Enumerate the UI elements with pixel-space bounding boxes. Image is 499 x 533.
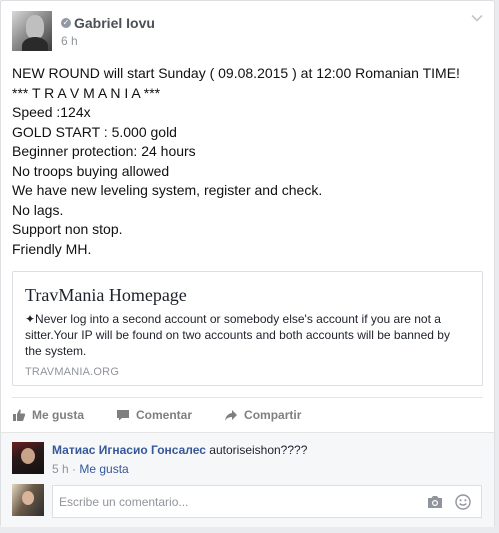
commenter-name[interactable]: Матиас Игнасио Гонсалес bbox=[52, 443, 206, 457]
post-line: We have new leveling system, register an… bbox=[12, 182, 323, 198]
post-line: NEW ROUND will start Sunday ( 09.08.2015… bbox=[12, 65, 460, 81]
comment-meta: 5 h · Me gusta bbox=[52, 462, 129, 476]
author-avatar[interactable] bbox=[12, 11, 52, 51]
current-user-avatar bbox=[12, 484, 44, 516]
post-line: Support non stop. bbox=[12, 221, 123, 237]
chevron-down-icon[interactable] bbox=[470, 11, 484, 25]
post-card: ✓ Gabriel Iovu 6 h NEW ROUND will start … bbox=[0, 0, 495, 527]
speech-bubble-icon bbox=[117, 409, 130, 420]
like-button[interactable]: Me gusta bbox=[12, 408, 84, 422]
meta-separator: · bbox=[72, 462, 77, 476]
post-line: No lags. bbox=[12, 201, 64, 218]
link-domain: TRAVMANIA.ORG bbox=[25, 366, 120, 378]
post-line: Speed :124x bbox=[12, 104, 91, 120]
action-bar: Me gusta Comentar Compartir bbox=[12, 397, 483, 431]
comment-label: Comentar bbox=[136, 407, 193, 422]
comments-section: Матиас Игнасио Гонсалес autoriseishon???… bbox=[1, 432, 494, 527]
link-description: ✦Never log into a second account or some… bbox=[25, 312, 450, 358]
post-text: NEW ROUND will start Sunday ( 09.08.2015… bbox=[12, 64, 482, 259]
post-line: *** T R A V M A N I A *** bbox=[12, 84, 161, 101]
post-timestamp[interactable]: 6 h bbox=[61, 34, 78, 48]
share-arrow-icon bbox=[225, 409, 238, 420]
comment-button[interactable]: Comentar bbox=[116, 408, 192, 422]
post-line: No troops buying allowed bbox=[12, 162, 170, 179]
link-preview[interactable]: TravMania Homepage ✦Never log into a sec… bbox=[12, 271, 483, 386]
share-label: Compartir bbox=[244, 407, 302, 422]
post-line: Friendly MH. bbox=[12, 240, 92, 257]
author-name[interactable]: Gabriel Iovu bbox=[74, 15, 155, 31]
camera-icon[interactable] bbox=[427, 495, 443, 509]
share-button[interactable]: Compartir bbox=[224, 408, 301, 422]
thumbs-up-icon bbox=[13, 409, 26, 421]
comment-composer[interactable] bbox=[52, 485, 482, 518]
comment-time[interactable]: 5 h bbox=[52, 462, 69, 476]
comment: Матиас Игнасио Гонсалес autoriseishon???… bbox=[52, 443, 307, 457]
like-label: Me gusta bbox=[32, 407, 85, 422]
comment-like-link[interactable]: Me gusta bbox=[79, 462, 128, 476]
verified-icon: ✓ bbox=[61, 18, 71, 28]
commenter-avatar[interactable] bbox=[12, 442, 44, 474]
author-row: ✓ Gabriel Iovu bbox=[61, 14, 155, 32]
post-line: GOLD START : 5.000 gold bbox=[12, 123, 177, 140]
comment-input[interactable] bbox=[59, 494, 409, 510]
link-title[interactable]: TravMania Homepage bbox=[25, 285, 187, 306]
smiley-icon[interactable] bbox=[455, 494, 471, 510]
comment-text: autoriseishon???? bbox=[209, 443, 308, 457]
post-line: Beginner protection: 24 hours bbox=[12, 143, 196, 159]
